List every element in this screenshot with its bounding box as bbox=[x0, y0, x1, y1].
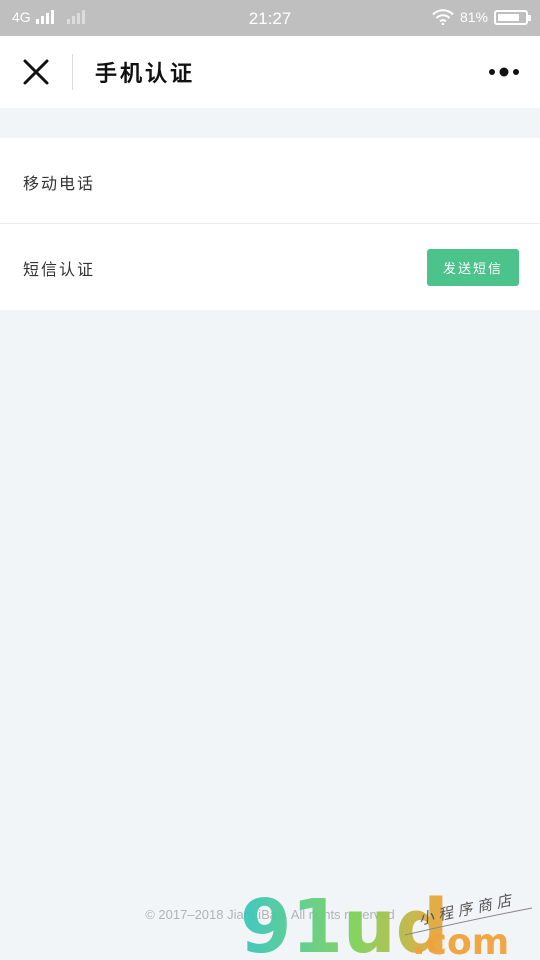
svg-text:.com: .com bbox=[412, 922, 509, 960]
more-dots-icon[interactable] bbox=[488, 64, 520, 80]
sms-row: 短信认证 发送短信 bbox=[0, 224, 540, 310]
send-sms-button[interactable]: 发送短信 bbox=[427, 249, 519, 286]
status-bar: 4G 21:27 81% bbox=[0, 0, 540, 36]
wifi-icon bbox=[432, 9, 454, 25]
nav-bar: 手机认证 bbox=[0, 36, 540, 108]
nav-divider bbox=[72, 54, 73, 90]
battery-icon bbox=[494, 9, 531, 25]
watermark-logo: 91ud .com 小 程 序 商 店 bbox=[240, 884, 533, 960]
sms-code-input[interactable] bbox=[130, 248, 390, 286]
phone-input[interactable] bbox=[130, 162, 510, 200]
battery-percent: 81% bbox=[459, 9, 488, 25]
phone-row: 移动电话 bbox=[0, 138, 540, 224]
device-status: 81% bbox=[432, 9, 531, 25]
page-title: 手机认证 bbox=[95, 61, 196, 87]
close-icon[interactable] bbox=[20, 56, 52, 88]
phone-label: 移动电话 bbox=[23, 174, 96, 193]
battery-fill bbox=[498, 13, 520, 21]
sms-label: 短信认证 bbox=[23, 260, 96, 279]
verification-form: 移动电话 短信认证 发送短信 bbox=[0, 138, 540, 310]
